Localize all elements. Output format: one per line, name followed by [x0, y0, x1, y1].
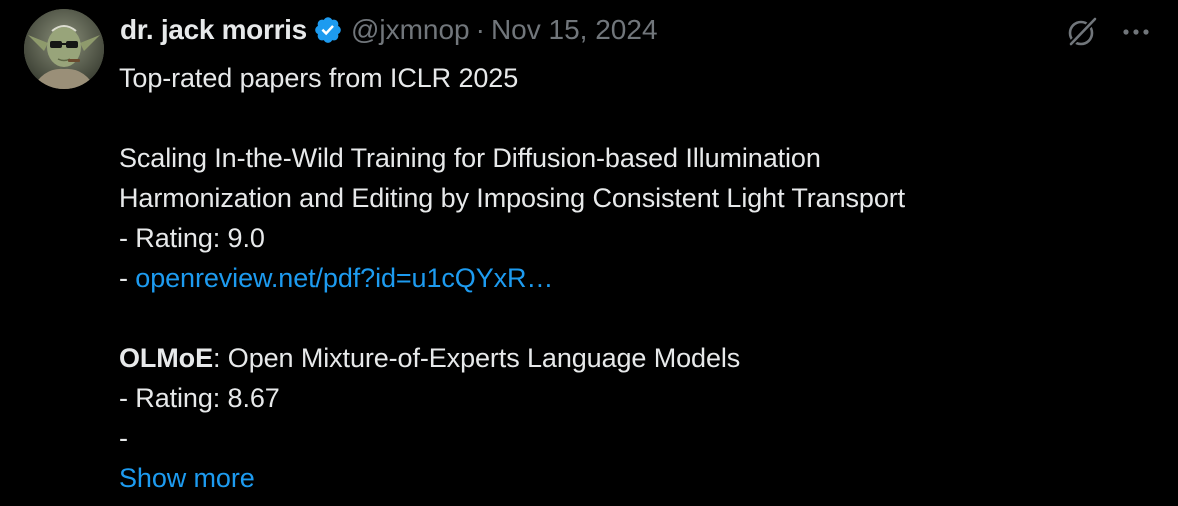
- author-handle[interactable]: @jxmnop: [351, 14, 470, 46]
- author-display-name[interactable]: dr. jack morris: [120, 14, 307, 46]
- more-options-button[interactable]: [1116, 12, 1156, 52]
- post-date[interactable]: Nov 15, 2024: [491, 14, 658, 46]
- paper2-title-rest: : Open Mixture-of-Experts Language Model…: [213, 343, 741, 373]
- paper2-title-line: OLMoE: Open Mixture-of-Experts Language …: [119, 338, 1149, 378]
- paper2-title-bold: OLMoE: [119, 343, 213, 373]
- header-separator: ·: [475, 14, 485, 45]
- paper1-link-line: - openreview.net/pdf?id=u1cQYxR…: [119, 258, 1149, 298]
- paper1-rating: - Rating: 9.0: [119, 223, 265, 253]
- paper2-dash: -: [119, 423, 128, 453]
- paper2-rating: - Rating: 8.67: [119, 383, 280, 413]
- grok-icon: [1067, 16, 1098, 48]
- paper1-link-prefix: -: [119, 263, 136, 293]
- show-more-link[interactable]: Show more: [119, 458, 1149, 498]
- post-header: dr. jack morris @jxmnop · Nov 15, 2024: [120, 10, 658, 50]
- post-intro: Top-rated papers from ICLR 2025: [119, 63, 519, 93]
- paper1-link[interactable]: openreview.net/pdf?id=u1cQYxR…: [135, 263, 553, 293]
- paper1-title-line2: Harmonization and Editing by Imposing Co…: [119, 183, 906, 213]
- avatar-image: [24, 9, 104, 89]
- more-options-icon: [1123, 29, 1149, 35]
- avatar[interactable]: [24, 9, 104, 89]
- grok-button[interactable]: [1062, 12, 1102, 52]
- post-body: Top-rated papers from ICLR 2025 Scaling …: [119, 58, 1149, 498]
- paper1-title-line1: Scaling In-the-Wild Training for Diffusi…: [119, 143, 821, 173]
- tweet[interactable]: dr. jack morris @jxmnop · Nov 15, 2024 T…: [0, 0, 1178, 506]
- verified-badge-icon[interactable]: [313, 15, 343, 45]
